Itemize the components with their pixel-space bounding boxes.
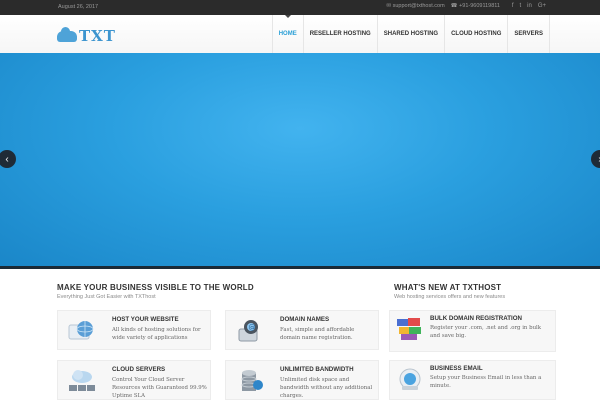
- main-nav: HOME RESELLER HOSTING SHARED HOSTING CLO…: [271, 15, 550, 53]
- feature-description: Control Your Cloud Server Resources with…: [112, 377, 207, 399]
- cloud-server-icon: [64, 367, 100, 395]
- twitter-icon[interactable]: t: [519, 3, 521, 9]
- business-section-title: MAKE YOUR BUSINESS VISIBLE TO THE WORLD: [57, 283, 254, 292]
- cloud-logo-icon: [57, 26, 77, 42]
- nav-servers[interactable]: SERVERS: [507, 15, 550, 53]
- email-link[interactable]: ✉ support@txthost.com: [386, 3, 444, 9]
- nav-cloud-hosting[interactable]: CLOUD HOSTING: [444, 15, 507, 53]
- nav-shared-hosting[interactable]: SHARED HOSTING: [376, 15, 444, 53]
- news-section-subtitle: Web hosting services offers and new feat…: [394, 294, 506, 300]
- feature-title: CLOUD SERVERS: [112, 366, 166, 373]
- news-title: BUSINESS EMAIL: [430, 365, 483, 372]
- feature-title: HOST YOUR WEBSITE: [112, 316, 179, 323]
- google-plus-icon[interactable]: G+: [538, 3, 546, 9]
- domain-icon: @: [232, 317, 268, 345]
- feature-description: Fast, simple and affordable domain name …: [280, 327, 355, 341]
- feature-card[interactable]: CLOUD SERVERS Control Your Cloud Server …: [57, 360, 211, 400]
- news-item[interactable]: BUSINESS EMAIL Setup your Business Email…: [389, 360, 556, 400]
- feature-description: Unlimited disk space and bandwidth witho…: [280, 377, 373, 399]
- hero-slider: [0, 53, 600, 269]
- linkedin-icon[interactable]: in: [527, 3, 532, 9]
- news-description: Register your .com, .net and .org in bul…: [430, 325, 542, 339]
- feature-description: All kinds of hosting solutions for wide …: [112, 327, 201, 341]
- current-date: August 26, 2017: [58, 4, 99, 10]
- nav-home[interactable]: HOME: [271, 15, 303, 53]
- logo-text: TXT: [79, 27, 116, 45]
- business-section-subtitle: Everything Just Got Easier with TXThost: [57, 294, 156, 300]
- bulk-domain-icon: [396, 316, 424, 342]
- email-icon: [396, 366, 424, 392]
- feature-card[interactable]: HOST YOUR WEBSITE All kinds of hosting s…: [57, 310, 211, 350]
- phone-link[interactable]: ☎ +91-9609119811: [451, 3, 500, 9]
- news-description: Setup your Business Email in less than a…: [430, 375, 542, 389]
- social-links: f t in G+: [512, 3, 546, 9]
- svg-text:@: @: [249, 324, 256, 332]
- contact-info: ✉ support@txthost.com ☎ +91-9609119811: [386, 3, 500, 9]
- feature-card[interactable]: UNLIMITED BANDWIDTH Unlimited disk space…: [225, 360, 379, 400]
- facebook-icon[interactable]: f: [512, 3, 514, 9]
- database-icon: [232, 367, 268, 395]
- feature-title: UNLIMITED BANDWIDTH: [280, 366, 354, 373]
- feature-title: DOMAIN NAMES: [280, 316, 330, 323]
- news-section-title: WHAT'S NEW AT TXTHOST: [394, 283, 502, 292]
- site-logo[interactable]: TXT: [57, 26, 116, 45]
- feature-card[interactable]: @ DOMAIN NAMES Fast, simple and affordab…: [225, 310, 379, 350]
- news-title: BULK DOMAIN REGISTRATION: [430, 315, 523, 322]
- chevron-left-icon: ‹: [5, 153, 9, 165]
- nav-reseller-hosting[interactable]: RESELLER HOSTING: [302, 15, 377, 53]
- news-item[interactable]: BULK DOMAIN REGISTRATION Register your .…: [389, 310, 556, 352]
- globe-icon: [64, 317, 100, 345]
- top-bar: August 26, 2017 ✉ support@txthost.com ☎ …: [0, 0, 600, 15]
- phone-icon: ☎: [450, 3, 460, 9]
